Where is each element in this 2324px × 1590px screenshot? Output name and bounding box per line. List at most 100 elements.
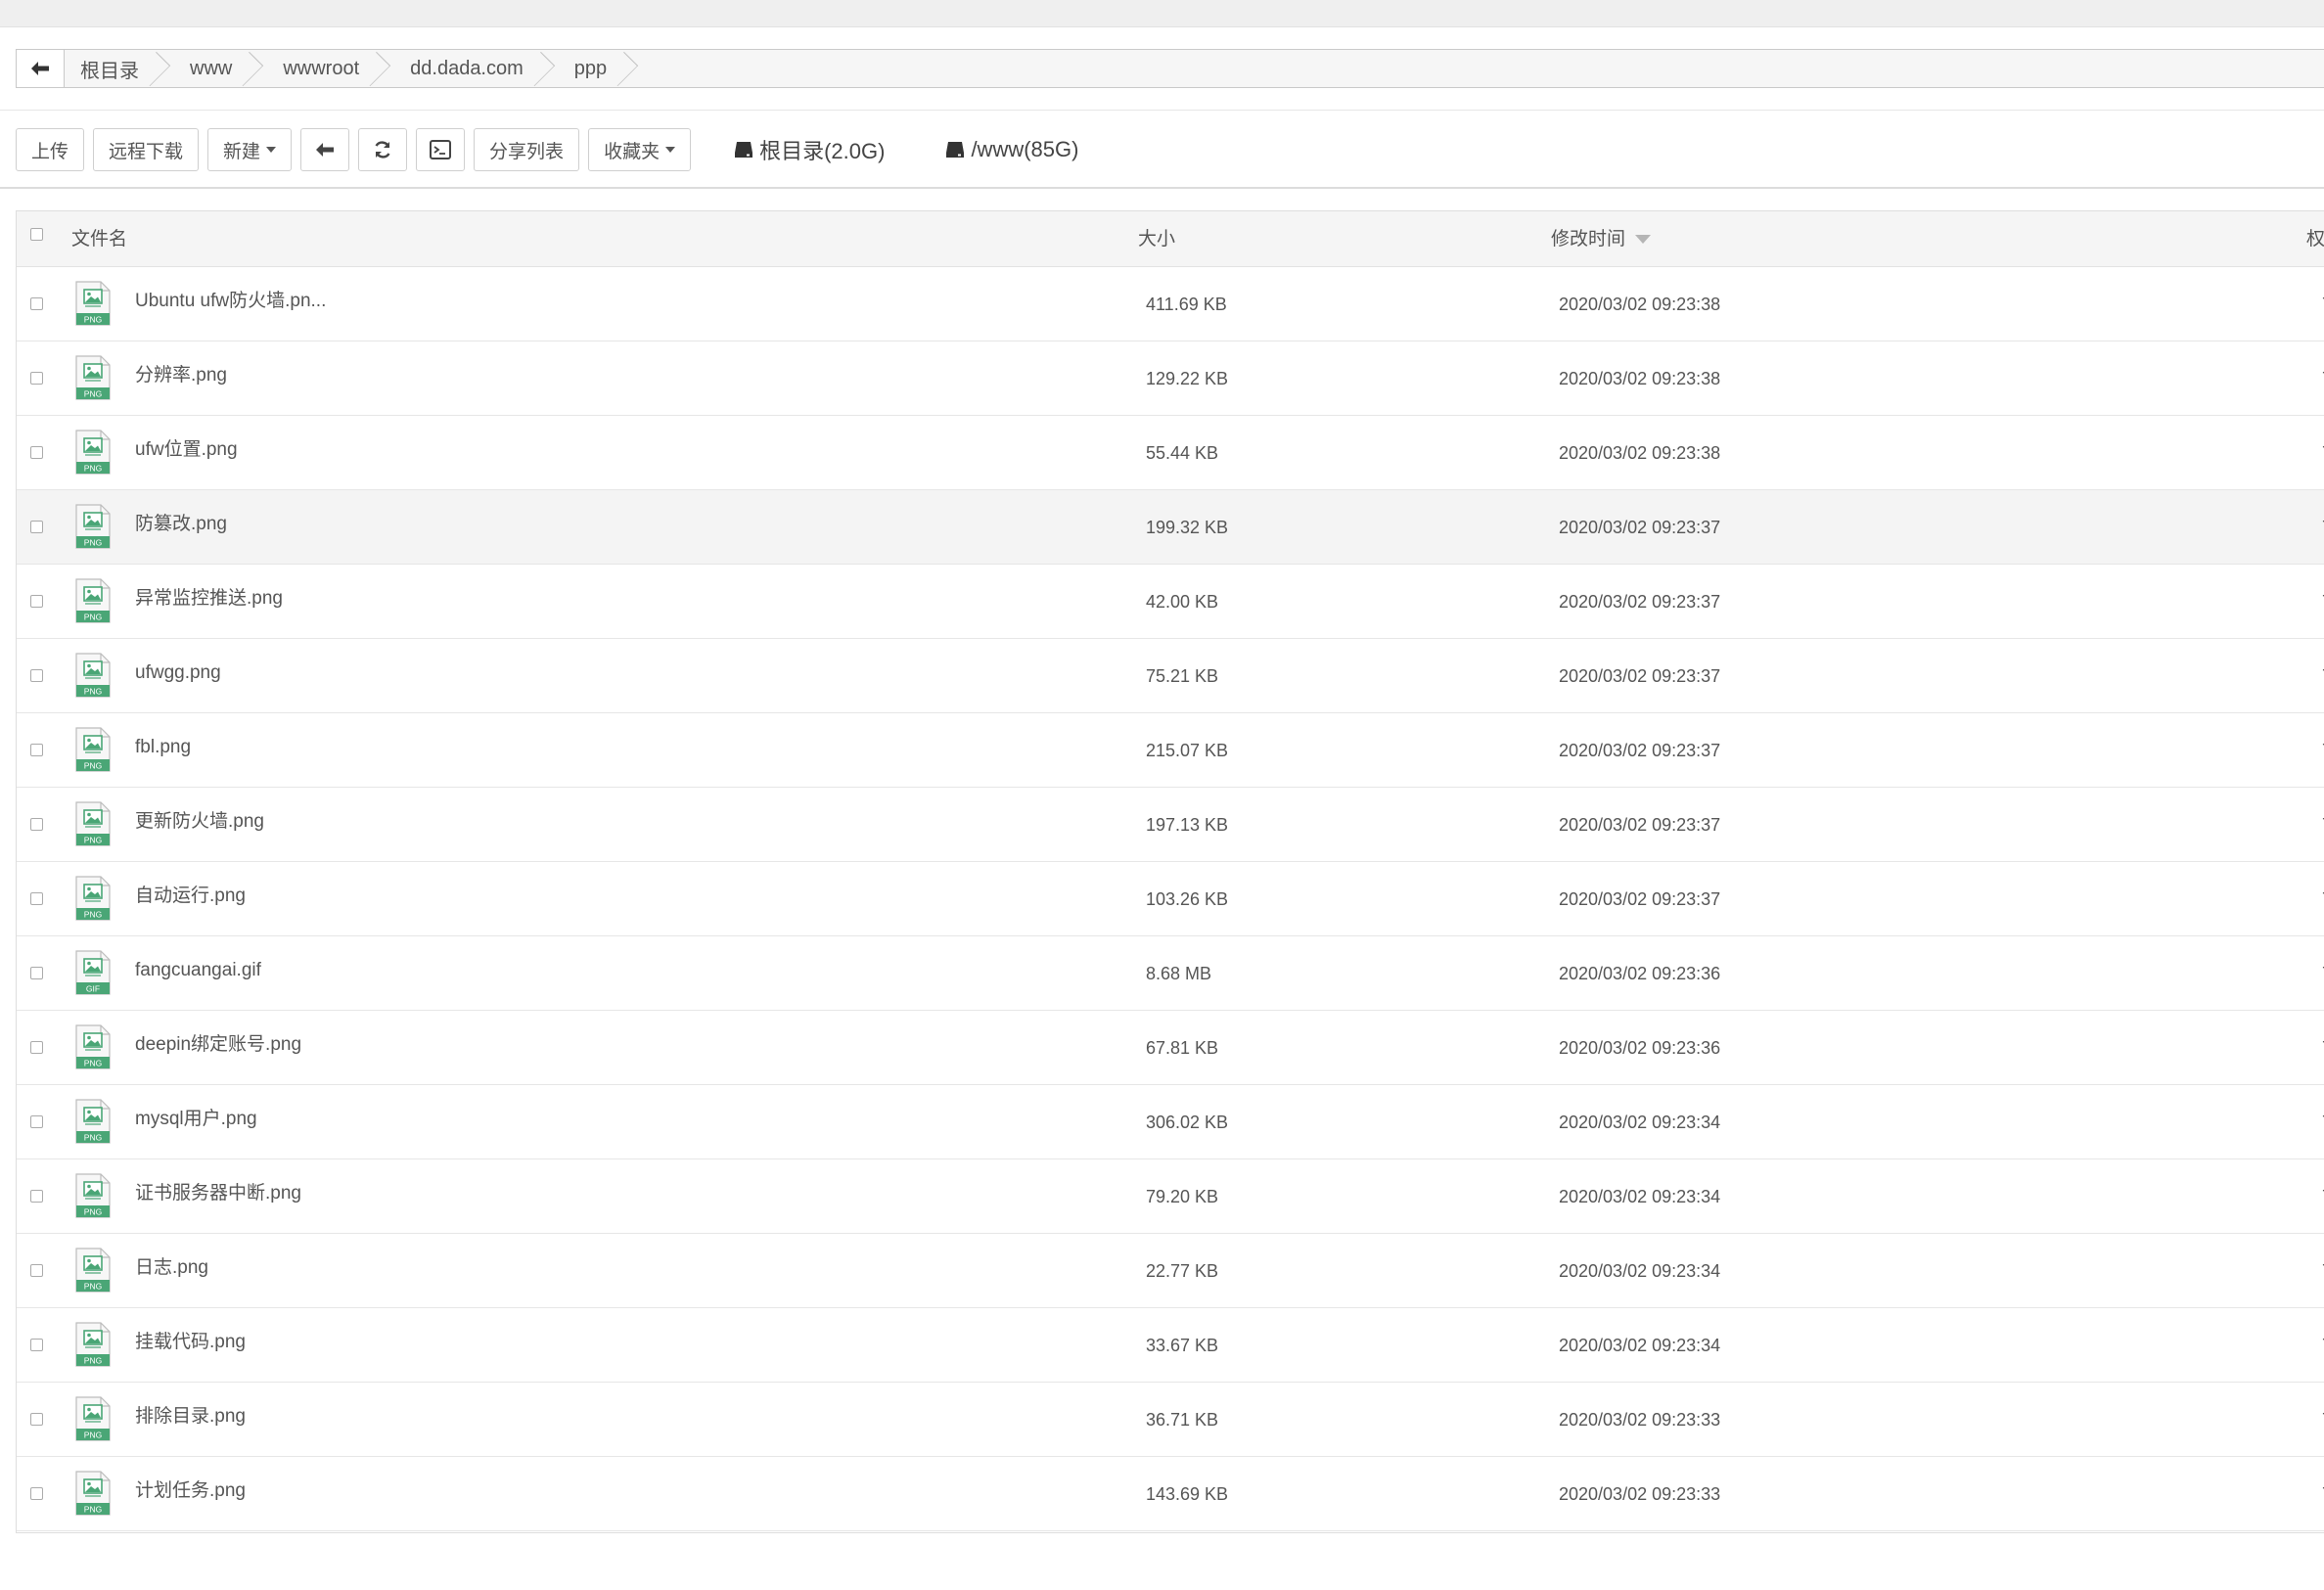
back-arrow-icon [316,143,335,157]
header-size[interactable]: 大小 [1138,211,1175,267]
table-row[interactable]: PNGufwgg.png75.21 KB2020/03/02 09:23:377 [17,639,2324,713]
table-row[interactable]: PNG防篡改.png199.32 KB2020/03/02 09:23:377 [17,490,2324,565]
file-name-link[interactable]: 分辨率.png [135,341,227,410]
row-checkbox[interactable] [30,1190,43,1203]
image-file-icon: GIF [75,950,111,995]
file-modified-time: 2020/03/02 09:23:36 [1559,964,1721,983]
header-name[interactable]: 文件名 [71,211,127,267]
file-size: 67.81 KB [1146,1038,1219,1058]
file-name-link[interactable]: mysql用户.png [135,1085,257,1154]
file-name-link[interactable]: 挂载代码.png [135,1308,246,1377]
row-checkbox[interactable] [30,967,43,979]
row-checkbox[interactable] [30,521,43,533]
file-name-link[interactable]: 证书服务器中断.png [135,1159,301,1228]
disk-root[interactable]: 根目录(2.0G) [734,134,885,165]
row-checkbox[interactable] [30,669,43,682]
disk-www[interactable]: /www(85G) [945,137,1078,162]
select-all-checkbox[interactable] [30,228,43,241]
file-name-link[interactable]: ufw位置.png [135,416,238,484]
sort-desc-icon [1635,235,1652,245]
breadcrumb-back-button[interactable] [17,50,65,87]
file-size: 42.00 KB [1146,592,1219,612]
file-modified-time: 2020/03/02 09:23:33 [1559,1484,1721,1504]
breadcrumb-item-current[interactable]: ppp [559,50,628,87]
file-size: 143.69 KB [1146,1484,1229,1504]
row-checkbox[interactable] [30,1339,43,1351]
refresh-icon [375,141,390,159]
terminal-button[interactable] [416,128,466,171]
row-checkbox[interactable] [30,818,43,831]
row-checkbox[interactable] [30,892,43,905]
table-row[interactable]: PNG计划任务.png143.69 KB2020/03/02 09:23:337 [17,1457,2324,1531]
remote-download-button[interactable]: 远程下载 [93,128,200,171]
file-name-link[interactable]: 排除目录.png [135,1383,246,1451]
favorites-dropdown-button[interactable]: 收藏夹 [588,128,692,171]
row-checkbox[interactable] [30,297,43,310]
table-row[interactable]: PNG 更新防火墙.png 197.13 KB 2020/03/02 09:23:37… [17,788,2324,862]
row-checkbox[interactable] [30,446,43,459]
table-header: 文件名 大小 修改时间 权 [17,211,2324,267]
file-type-label: PNG [84,1505,102,1515]
breadcrumb-item-root[interactable]: 根目录 [65,50,160,87]
table-row[interactable]: PNG自动运行.png103.26 KB2020/03/02 09:23:377 [17,862,2324,936]
upload-button[interactable]: 上传 [16,128,85,171]
table-row[interactable]: GIF fangcuangai.gif 8.68 MB 2020/03/02 09:2… [17,936,2324,1011]
image-file-icon: PNG [75,1099,111,1144]
file-name-link[interactable]: 计划任务.png [135,1457,246,1525]
toolbar: 上传 远程下载 新建 分享列表 收藏夹 根目录(2.0G) /www(85G) [16,127,1078,172]
table-row[interactable]: PNG Ubuntu ufw防火墙.pn... 411.69 KB 2020/03/0… [17,267,2324,341]
file-name-link[interactable]: 日志.png [135,1234,208,1302]
new-dropdown-button[interactable]: 新建 [207,128,293,171]
row-checkbox[interactable] [30,372,43,385]
file-name-link[interactable]: ufwgg.png [135,639,221,707]
file-name-link[interactable]: fangcuangai.gif [135,936,261,1005]
table-row[interactable]: PNG mysql用户.png 306.02 KB 2020/03/02 09:23:… [17,1085,2324,1159]
share-list-button[interactable]: 分享列表 [474,128,580,171]
file-size: 8.68 MB [1146,964,1212,983]
row-checkbox[interactable] [30,1487,43,1500]
breadcrumb-item-wwwroot[interactable]: wwwroot [267,50,381,87]
file-modified-time: 2020/03/02 09:23:38 [1559,369,1721,388]
refresh-button[interactable] [358,128,408,171]
header-modified[interactable]: 修改时间 [1551,211,1652,267]
file-name-link[interactable]: 自动运行.png [135,862,246,931]
row-checkbox[interactable] [30,1264,43,1277]
back-button[interactable] [300,128,350,171]
table-row[interactable]: PNG挂载代码.png33.67 KB2020/03/02 09:23:347 [17,1308,2324,1383]
favorites-button-label: 收藏夹 [604,141,661,162]
table-row[interactable]: PNG 证书服务器中断.png 79.20 KB 2020/03/02 09:23:3… [17,1159,2324,1234]
file-name-link[interactable]: 防篡改.png [135,490,227,559]
table-row[interactable]: PNG deepin绑定账号.png 67.81 KB 2020/03/02 09:2… [17,1011,2324,1085]
file-name-link[interactable]: fbl.png [135,713,191,782]
row-checkbox[interactable] [30,1041,43,1054]
image-file-icon: PNG [75,1322,111,1367]
breadcrumb-item-site[interactable]: dd.dada.com [394,50,545,87]
file-modified-time: 2020/03/02 09:23:37 [1559,518,1721,537]
file-size: 55.44 KB [1146,443,1219,463]
row-checkbox[interactable] [30,1115,43,1128]
file-type-label: PNG [84,538,102,548]
file-type-label: PNG [84,1133,102,1143]
image-file-icon: PNG [75,355,111,400]
header-perm[interactable]: 权 [2306,211,2324,267]
table-row[interactable]: PNG 异常监控推送.png 42.00 KB 2020/03/02 09:23:37… [17,565,2324,639]
disk-icon [946,142,965,158]
row-checkbox[interactable] [30,595,43,608]
file-name-link[interactable]: 更新防火墙.png [135,788,264,856]
row-checkbox[interactable] [30,1413,43,1426]
file-name-link[interactable]: 异常监控推送.png [135,565,283,633]
file-name-link[interactable]: deepin绑定账号.png [135,1011,301,1079]
disk-icon [735,142,753,158]
breadcrumb-item-www[interactable]: www [174,50,253,87]
file-name-link[interactable]: Ubuntu ufw防火墙.pn... [135,267,326,336]
table-row[interactable]: PNG日志.png22.77 KB2020/03/02 09:23:347 [17,1234,2324,1308]
image-file-icon: PNG [75,281,111,326]
toolbar-divider-bottom [0,187,2324,189]
table-row[interactable]: PNG排除目录.png36.71 KB2020/03/02 09:23:337 [17,1383,2324,1457]
table-row[interactable]: PNGfbl.png215.07 KB2020/03/02 09:23:377 [17,713,2324,788]
file-modified-time: 2020/03/02 09:23:37 [1559,815,1721,835]
table-row[interactable]: PNG分辨率.png129.22 KB2020/03/02 09:23:387 [17,341,2324,416]
terminal-icon [430,140,452,159]
row-checkbox[interactable] [30,744,43,756]
table-row[interactable]: PNGufw位置.png55.44 KB2020/03/02 09:23:387 [17,416,2324,490]
